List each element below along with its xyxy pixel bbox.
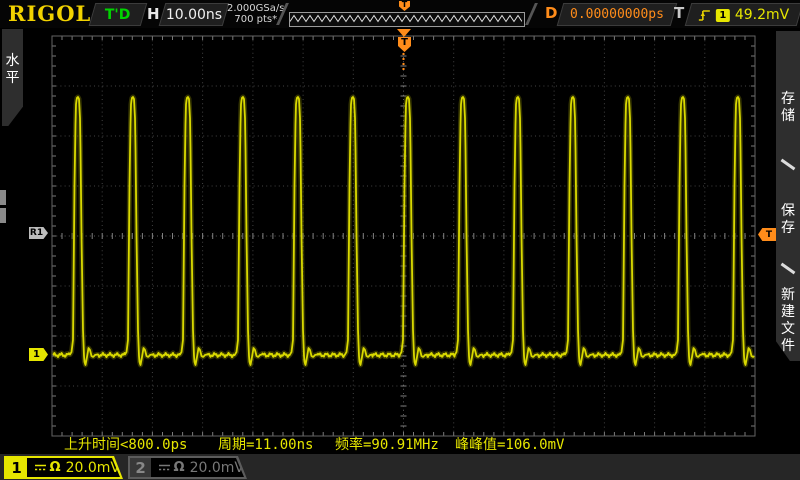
trigger-source-badge: 1 (716, 8, 730, 21)
preview-zigzag (290, 13, 522, 24)
horizontal-label: H (147, 5, 160, 23)
timebase-box[interactable]: 10.00ns (159, 3, 230, 26)
trigger-status-text: T'D (105, 7, 130, 23)
left-edge-block (0, 190, 6, 205)
channel1-badge: 1 (6, 458, 27, 477)
channel1-scale: 20.0mV (66, 460, 120, 476)
trigger-level-value: 49.2mV (735, 7, 789, 23)
sample-rate: 2.000GSa/s (227, 3, 284, 14)
trigger-settings-box[interactable]: 1 49.2mV (685, 3, 800, 26)
trigger-position-arrow[interactable] (397, 29, 411, 37)
channel1-box[interactable]: 1 Ω 20.0mV (4, 456, 123, 479)
menu-divider (780, 157, 796, 171)
channel2-impedance: Ω (174, 460, 185, 475)
waveform-display (0, 0, 800, 480)
measurement-peak-peak: 峰峰值=106.0mV (455, 434, 564, 454)
timebase-value: 10.00ns (166, 7, 222, 23)
trigger-status-badge: T'D (89, 3, 148, 26)
delay-label: D (545, 4, 557, 22)
channel2-box[interactable]: 2 Ω 20.0mV (128, 456, 247, 479)
channel2-scale: 20.0mV (190, 460, 244, 476)
oscilloscope-screen: RIGOL T'D H 10.00ns 2.000GSa/s 700 pts* … (0, 0, 800, 480)
menu-item-new-file[interactable]: 新建文件 (780, 287, 796, 355)
menu-item-save[interactable]: 保存 (780, 203, 796, 237)
dc-coupling-icon (34, 463, 45, 472)
menu-tab-horizontal-label: 水平 (5, 53, 21, 87)
measurement-frequency: 频率=90.91MHz (335, 434, 439, 454)
rigol-logo: RIGOL (8, 1, 91, 26)
waveform-preview-bar[interactable] (289, 12, 525, 27)
preview-trigger-marker[interactable]: T (399, 1, 410, 11)
left-edge-block (0, 208, 6, 223)
delay-box[interactable]: 0.00000000ps (557, 3, 678, 26)
dc-coupling-icon (158, 463, 169, 472)
menu-panel-storage: 存储 保存 新建文件 (776, 31, 800, 361)
channel1-impedance: Ω (50, 460, 61, 475)
trigger-label: T (674, 4, 684, 22)
measurement-period: 周期=11.00ns (218, 434, 313, 454)
delay-value: 0.00000000ps (570, 7, 664, 22)
top-status-bar: RIGOL T'D H 10.00ns 2.000GSa/s 700 pts* … (0, 0, 800, 28)
menu-item-storage[interactable]: 存储 (780, 91, 796, 125)
menu-divider (780, 261, 796, 275)
measurement-rise-time: 上升时间<800.0ps (64, 434, 187, 454)
sample-rate-block: 2.000GSa/s 700 pts* (227, 3, 284, 25)
channel2-badge: 2 (130, 458, 151, 477)
divider (525, 3, 538, 25)
rising-edge-icon (698, 8, 711, 22)
channel-status-bar: 1 Ω 20.0mV 2 Ω 20.0mV (0, 452, 800, 480)
